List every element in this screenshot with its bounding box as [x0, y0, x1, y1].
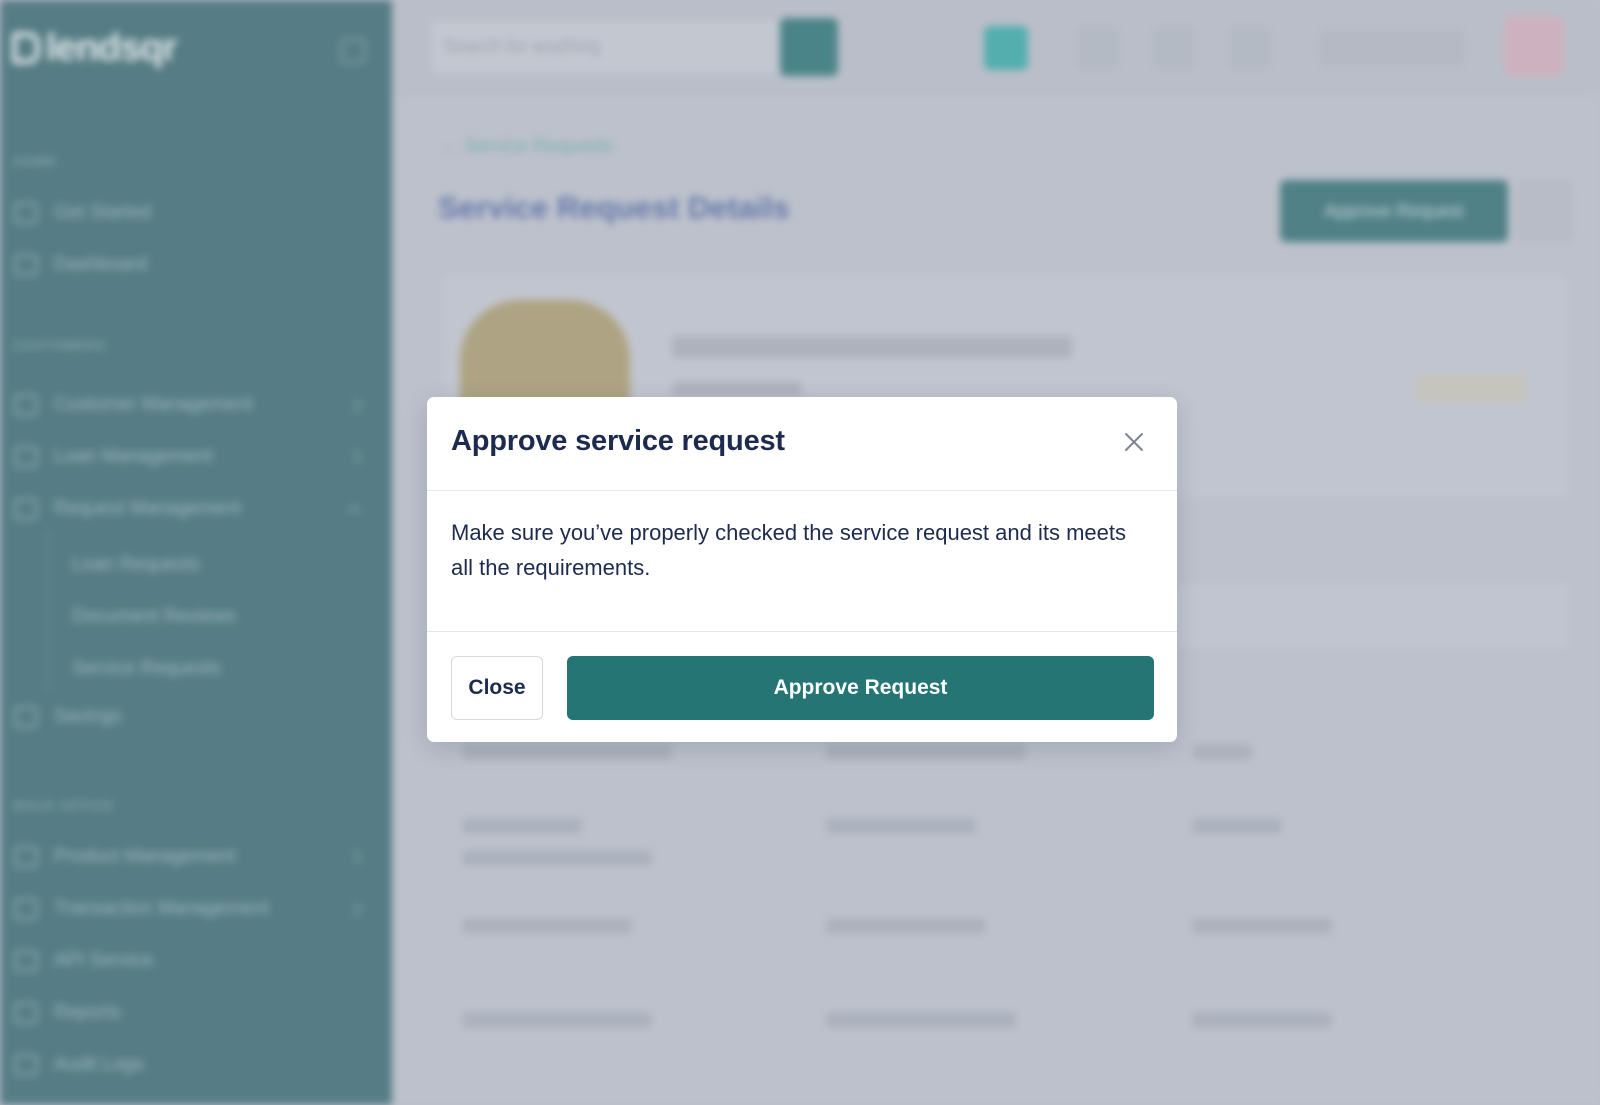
modal-footer: Close Approve Request — [427, 631, 1177, 742]
close-icon[interactable] — [1119, 427, 1149, 457]
modal-header: Approve service request — [427, 397, 1177, 491]
approve-request-confirm-button[interactable]: Approve Request — [567, 656, 1154, 720]
modal-message: Make sure you’ve properly checked the se… — [451, 520, 1126, 580]
close-button[interactable]: Close — [451, 656, 543, 720]
approve-service-request-modal: Approve service request Make sure you’ve… — [427, 397, 1177, 742]
modal-title: Approve service request — [451, 425, 785, 457]
